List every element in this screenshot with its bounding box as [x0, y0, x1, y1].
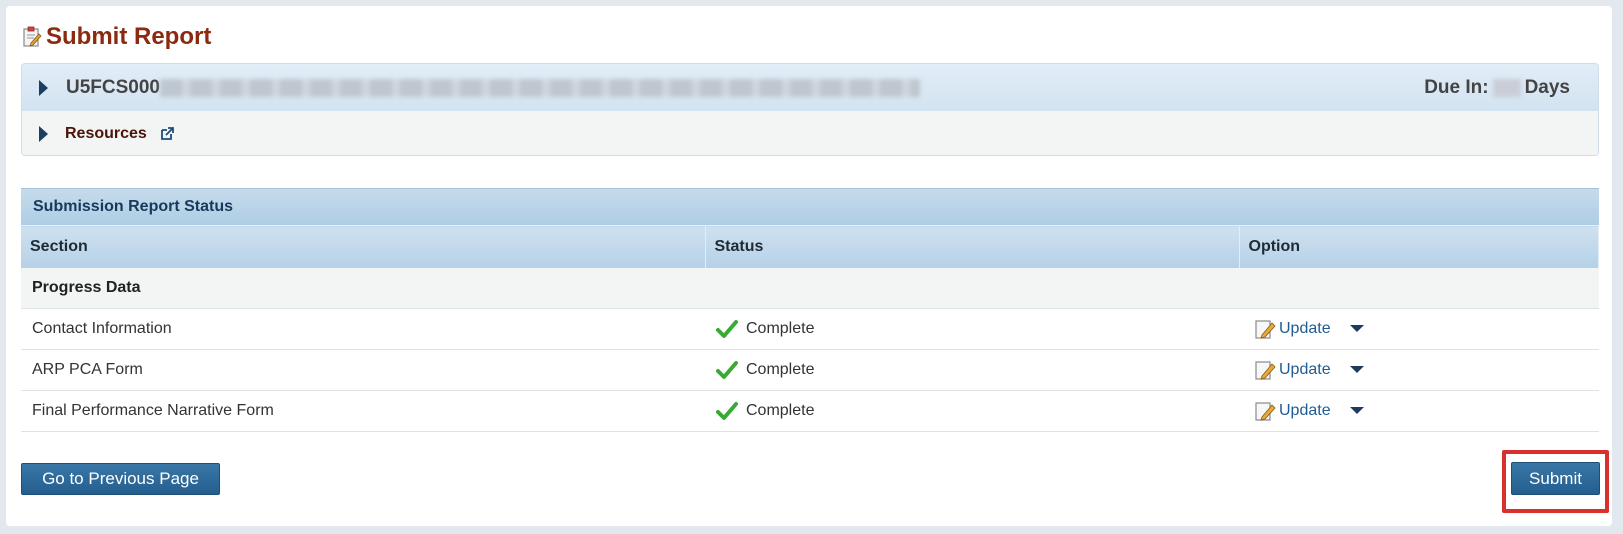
option-cell: Update	[1239, 349, 1599, 391]
status-cell: Complete	[705, 390, 1239, 432]
status-cell: Complete	[705, 308, 1239, 350]
update-link[interactable]: Update	[1279, 402, 1331, 420]
section-cell: Contact Information	[21, 308, 705, 350]
redacted-grant-name	[160, 78, 920, 97]
column-header-status: Status	[705, 225, 1240, 268]
table-header-row: Section Status Option	[21, 225, 1599, 268]
update-link[interactable]: Update	[1279, 361, 1331, 379]
status-text: Complete	[746, 360, 815, 378]
caret-down-icon[interactable]	[1349, 325, 1364, 332]
table-row: Contact Information Complete Update	[21, 308, 1599, 350]
resources-label[interactable]: Resources	[65, 125, 147, 143]
expand-triangle-icon[interactable]	[39, 125, 48, 142]
page-title: Submit Report	[22, 22, 211, 52]
edit-pencil-icon[interactable]	[1254, 400, 1276, 422]
due-suffix: Days	[1524, 77, 1570, 98]
update-link[interactable]: Update	[1279, 320, 1331, 338]
grant-id: U5FCS000	[66, 76, 160, 98]
report-edit-icon	[23, 26, 42, 47]
table-row: ARP PCA Form Complete Update	[21, 349, 1599, 391]
previous-page-button[interactable]: Go to Previous Page	[21, 463, 220, 495]
submission-status-panel: Submission Report Status Section Status …	[21, 188, 1599, 432]
main-card: Submit Report U5FCS000 Due In: Days Reso…	[6, 6, 1612, 526]
edit-pencil-icon[interactable]	[1254, 359, 1276, 381]
grant-row[interactable]: U5FCS000 Due In: Days	[22, 64, 1598, 111]
check-icon	[716, 360, 738, 379]
grant-header: U5FCS000 Due In: Days Resources	[21, 63, 1599, 156]
option-cell: Update	[1239, 308, 1599, 350]
check-icon	[716, 401, 738, 420]
due-label: Due In:	[1424, 77, 1489, 98]
column-header-section: Section	[21, 225, 706, 268]
status-table: Section Status Option Progress Data Cont…	[21, 225, 1599, 432]
panel-title: Submission Report Status	[21, 188, 1599, 225]
status-text: Complete	[746, 401, 815, 419]
status-text: Complete	[746, 319, 815, 337]
caret-down-icon[interactable]	[1349, 407, 1364, 414]
column-header-option: Option	[1239, 225, 1599, 268]
status-cell: Complete	[705, 349, 1239, 391]
check-icon	[716, 319, 738, 338]
submit-button[interactable]: Submit	[1511, 462, 1600, 495]
section-cell: ARP PCA Form	[21, 349, 705, 391]
table-row: Final Performance Narrative Form Complet…	[21, 390, 1599, 432]
redacted-due-count	[1492, 79, 1521, 97]
edit-pencil-icon[interactable]	[1254, 318, 1276, 340]
resources-row[interactable]: Resources	[22, 111, 1598, 155]
section-cell: Final Performance Narrative Form	[21, 390, 705, 432]
page-title-text: Submit Report	[46, 23, 212, 50]
expand-triangle-icon[interactable]	[39, 79, 48, 96]
group-row: Progress Data	[21, 267, 1599, 309]
option-cell: Update	[1239, 390, 1599, 432]
caret-down-icon[interactable]	[1349, 366, 1364, 373]
external-link-icon[interactable]	[159, 126, 175, 142]
group-label: Progress Data	[21, 267, 1599, 309]
due-indicator: Due In: Days	[1424, 77, 1570, 99]
